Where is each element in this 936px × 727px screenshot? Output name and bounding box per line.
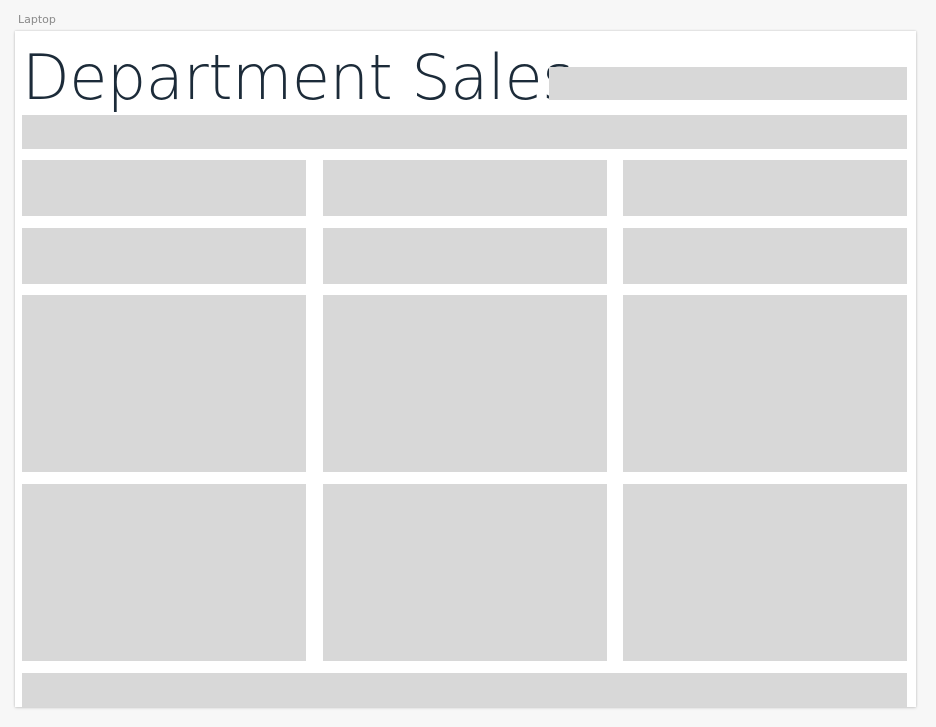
chart-panel-placeholder: [22, 484, 306, 661]
chart-panel-placeholder: [623, 484, 907, 661]
page-title: Department Sales: [22, 41, 574, 114]
kpi-card-placeholder: [323, 228, 607, 284]
header-placeholder: [549, 67, 907, 100]
chart-panel-placeholder: [623, 295, 907, 472]
kpi-card-placeholder: [323, 160, 607, 216]
banner-placeholder: [22, 115, 907, 149]
kpi-card-placeholder: [623, 160, 907, 216]
kpi-card-placeholder: [623, 228, 907, 284]
kpi-card-placeholder: [22, 160, 306, 216]
footer-placeholder: [22, 673, 907, 707]
laptop-artboard: Department Sales: [15, 31, 916, 707]
kpi-card-placeholder: [22, 228, 306, 284]
frame-label: Laptop: [18, 13, 56, 26]
chart-panel-placeholder: [323, 484, 607, 661]
chart-panel-placeholder: [22, 295, 306, 472]
chart-panel-placeholder: [323, 295, 607, 472]
